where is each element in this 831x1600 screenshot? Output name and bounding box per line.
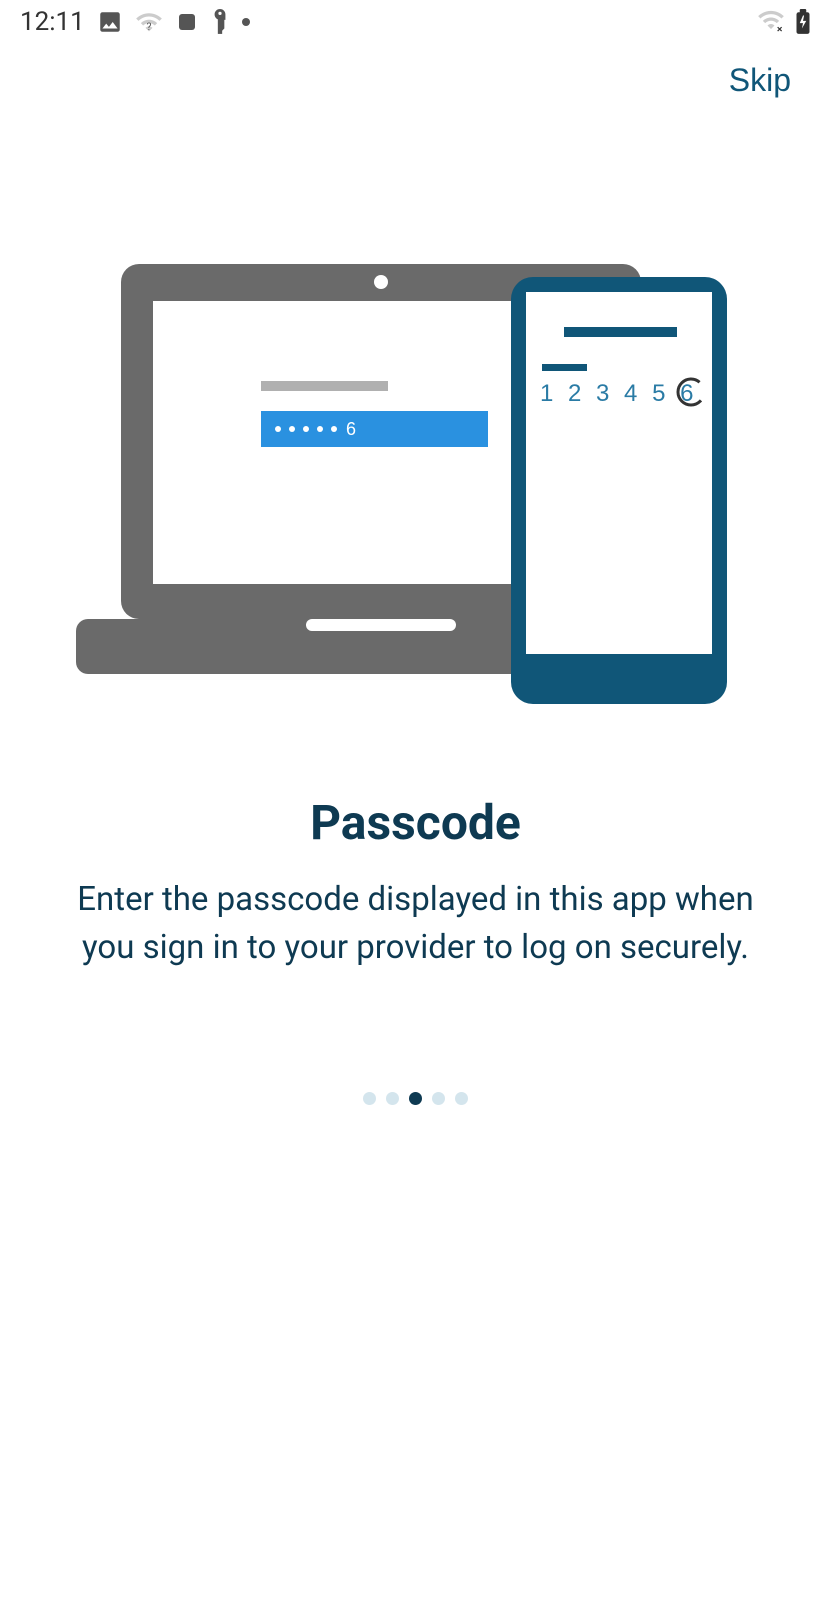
svg-text:×: × (777, 23, 783, 35)
skip-button[interactable]: Skip (729, 62, 791, 99)
battery-icon (795, 9, 811, 35)
status-right: × (757, 9, 811, 35)
key-icon (211, 9, 229, 35)
status-time: 12:11 (20, 7, 85, 37)
wifi-icon: ? (135, 8, 163, 36)
page-dot-1[interactable] (363, 1092, 376, 1105)
wifi-x-icon: × (757, 10, 785, 34)
header: Skip (0, 44, 831, 99)
page-dot-4[interactable] (432, 1092, 445, 1105)
page-dot-2[interactable] (386, 1092, 399, 1105)
svg-text:?: ? (146, 20, 151, 33)
page-dot-3[interactable] (409, 1092, 422, 1105)
svg-text:1 2 3 4 5 6: 1 2 3 4 5 6 (540, 380, 697, 407)
onboarding-content: Passcode Enter the passcode displayed in… (0, 794, 831, 972)
status-left: 12:11 ? (20, 7, 251, 37)
status-bar: 12:11 ? (0, 0, 831, 44)
image-icon (97, 9, 123, 35)
onboarding-illustration: 6 1 2 3 4 5 6 (0, 264, 831, 734)
phone-graphic: 1 2 3 4 5 6 (511, 277, 727, 704)
square-icon (175, 10, 199, 34)
page-description: Enter the passcode displayed in this app… (60, 876, 771, 972)
dot-icon (241, 17, 251, 27)
page-title: Passcode (60, 794, 771, 851)
svg-text:6: 6 (346, 419, 356, 439)
page-indicator (0, 1092, 831, 1105)
page-dot-5[interactable] (455, 1092, 468, 1105)
